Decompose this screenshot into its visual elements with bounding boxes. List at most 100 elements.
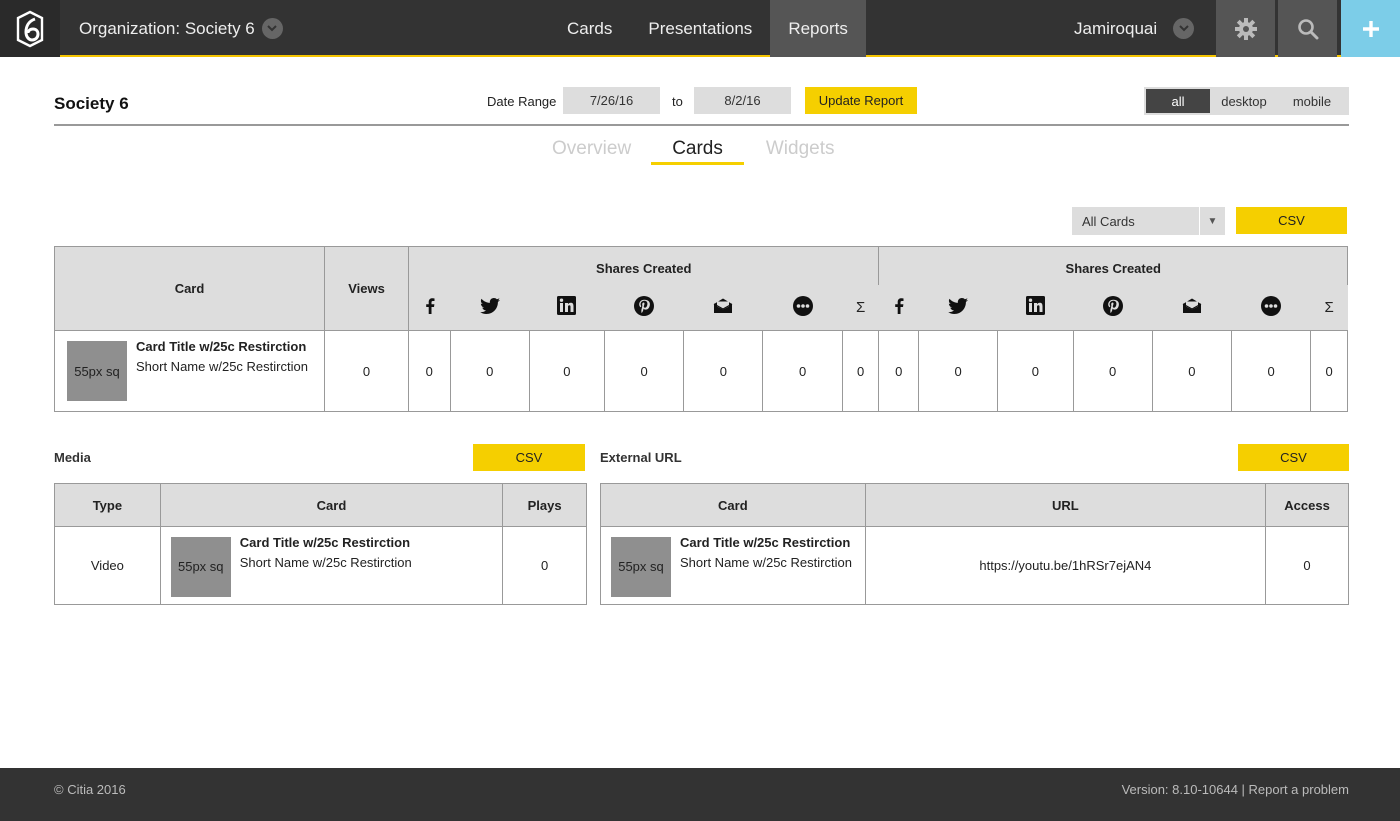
update-report-button[interactable]: Update Report <box>805 87 917 114</box>
date-from-field[interactable]: 7/26/16 <box>563 87 660 114</box>
header-card: Card <box>600 483 866 527</box>
more-icon <box>792 295 813 316</box>
version-info: Version: 8.10-10644 | Report a problem <box>1122 782 1349 797</box>
linkedin-icon <box>1025 296 1045 316</box>
main-nav: Cards Presentations Reports <box>549 0 866 57</box>
page-title: Society 6 <box>54 94 129 113</box>
gear-icon <box>1234 17 1257 40</box>
twitter-icon <box>948 297 969 314</box>
twitter-icon <box>479 297 500 314</box>
caret-down-icon: ▼ <box>1199 207 1225 235</box>
share-sum-value: 0 <box>1310 330 1348 412</box>
media-csv-button[interactable]: CSV <box>473 444 585 471</box>
citia-logo-icon <box>16 10 44 47</box>
media-type-value: Video <box>54 526 161 605</box>
share-col <box>604 284 684 331</box>
card-cell: 55px sq Card Title w/25c Restirction Sho… <box>159 526 504 605</box>
nav-cards[interactable]: Cards <box>549 0 630 57</box>
card-short-name: Short Name w/25c Restirction <box>680 554 852 570</box>
card-thumbnail: 55px sq <box>611 536 671 597</box>
version-text: Version: 8.10-10644 <box>1121 782 1238 797</box>
share-col <box>1152 284 1232 331</box>
share-value: 0 <box>604 330 685 412</box>
more-icon <box>1261 295 1282 316</box>
tab-cards[interactable]: Cards <box>651 138 744 165</box>
report-header: Society 6 Date Range 7/26/16 to 8/2/16 U… <box>54 86 1349 126</box>
sum-icon: Σ <box>842 284 879 331</box>
pinterest-icon <box>634 295 655 316</box>
settings-button[interactable] <box>1216 0 1275 57</box>
nav-reports[interactable]: Reports <box>770 0 866 57</box>
device-toggle: all desktop mobile <box>1144 87 1349 115</box>
search-button[interactable] <box>1278 0 1337 57</box>
url-value[interactable]: https://youtu.be/1hRSr7ejAN4 <box>864 526 1267 605</box>
copyright-text: © Citia 2016 <box>54 782 126 797</box>
footer: © Citia 2016 Version: 8.10-10644 | Repor… <box>0 768 1400 821</box>
header-plays: Plays <box>502 483 587 527</box>
organization-switcher[interactable]: Organization: Society 6 <box>79 0 283 57</box>
card-title: Card Title w/25c Restirction <box>136 339 307 354</box>
share-value: 0 <box>918 330 999 412</box>
device-option-all[interactable]: all <box>1146 89 1210 113</box>
card-cell: 55px sq Card Title w/25c Restirction Sho… <box>54 330 325 412</box>
share-col <box>450 284 530 331</box>
card-filter-select[interactable]: All Cards ▼ <box>1072 207 1225 235</box>
chevron-down-icon <box>261 18 283 39</box>
card-short-name: Short Name w/25c Restirction <box>239 554 412 570</box>
facebook-icon <box>894 298 904 314</box>
share-value: 0 <box>408 330 451 412</box>
external-url-csv-button[interactable]: CSV <box>1238 444 1349 471</box>
header-type: Type <box>54 483 161 527</box>
table-row[interactable]: 55px sq Card Title w/25c Restirction Sho… <box>54 330 1348 412</box>
header-card: Card <box>54 246 325 331</box>
report-problem-link[interactable]: Report a problem <box>1249 782 1349 797</box>
user-name: Jamiroquai <box>1074 18 1158 38</box>
card-title: Card Title w/25c Restirction <box>680 534 851 550</box>
header-access: Access <box>1265 483 1349 527</box>
organization-label: Organization: Society 6 <box>79 18 255 38</box>
external-url-section-label: External URL <box>600 450 682 465</box>
share-col <box>997 284 1074 331</box>
header-views: Views <box>324 246 409 331</box>
cards-table: Card Views Shares Created Shares Created… <box>54 246 1348 412</box>
card-thumbnail: 55px sq <box>67 341 127 401</box>
pinterest-icon <box>1102 295 1123 316</box>
user-menu[interactable]: Jamiroquai <box>1074 0 1195 57</box>
views-value: 0 <box>324 330 409 412</box>
nav-presentations[interactable]: Presentations <box>630 0 770 57</box>
chevron-down-icon <box>1173 18 1195 39</box>
separator: | <box>1237 782 1249 797</box>
table-row[interactable]: 55px sq Card Title w/25c Restirction Sho… <box>600 526 1349 605</box>
search-icon <box>1297 18 1318 39</box>
share-value: 0 <box>683 330 764 412</box>
card-short-name: Short Name w/25c Restirction <box>136 359 308 374</box>
share-value: 0 <box>449 330 530 412</box>
plus-icon <box>1362 20 1379 37</box>
share-col <box>683 284 763 331</box>
share-value: 0 <box>1230 330 1312 412</box>
share-value: 0 <box>1072 330 1153 412</box>
date-to-label: to <box>672 94 683 109</box>
card-cell: 55px sq Card Title w/25c Restirction Sho… <box>600 526 866 605</box>
device-option-desktop[interactable]: desktop <box>1210 89 1278 113</box>
header-url: URL <box>864 483 1267 527</box>
date-to-field[interactable]: 8/2/16 <box>694 87 791 114</box>
cards-csv-button[interactable]: CSV <box>1236 207 1347 234</box>
report-tabs: Overview Cards Widgets <box>540 138 855 166</box>
table-row[interactable]: Video 55px sq Card Title w/25c Restircti… <box>54 526 587 605</box>
card-thumbnail: 55px sq <box>170 536 231 597</box>
share-col <box>529 284 605 331</box>
share-value: 0 <box>762 330 843 412</box>
linkedin-icon <box>557 296 577 316</box>
device-option-mobile[interactable]: mobile <box>1278 89 1346 113</box>
share-value: 0 <box>528 330 606 412</box>
tab-widgets[interactable]: Widgets <box>762 138 839 165</box>
share-col <box>1231 284 1311 331</box>
tab-overview[interactable]: Overview <box>548 138 635 165</box>
email-icon <box>1182 298 1202 314</box>
share-col <box>408 284 451 331</box>
logo[interactable] <box>0 0 60 57</box>
access-value: 0 <box>1265 526 1349 605</box>
top-nav: Organization: Society 6 Cards Presentati… <box>0 0 1400 57</box>
add-button[interactable] <box>1341 0 1400 57</box>
